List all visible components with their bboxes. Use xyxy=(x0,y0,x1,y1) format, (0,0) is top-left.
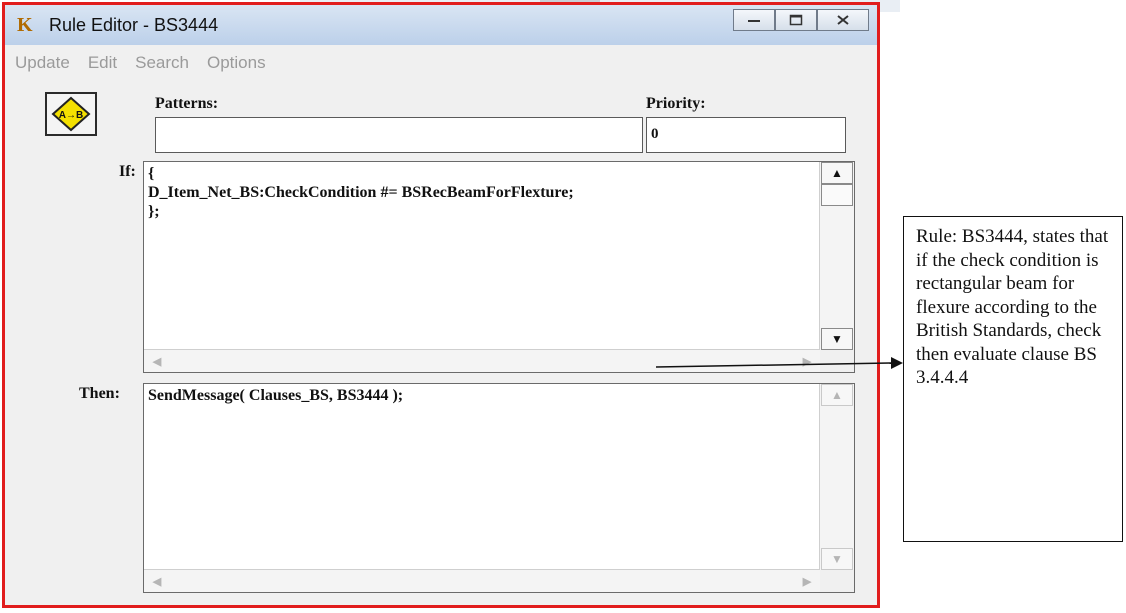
annotation-callout: Rule: BS3444, states that if the check c… xyxy=(903,216,1123,542)
